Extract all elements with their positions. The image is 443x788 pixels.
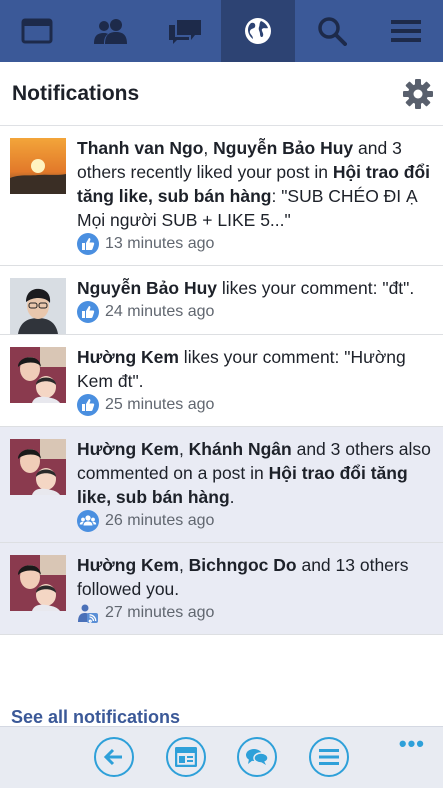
notification-time: 27 minutes ago	[105, 604, 215, 621]
like-icon	[77, 394, 99, 416]
page-header: Notifications	[0, 62, 443, 126]
notification-bold-text[interactable]: Thanh van Ngo	[77, 138, 203, 158]
avatar	[10, 347, 66, 403]
back-icon	[103, 748, 122, 766]
top-nav-bar	[0, 0, 443, 62]
more-options-button[interactable]: •••	[399, 731, 425, 757]
globe-icon	[245, 18, 272, 44]
menu-button[interactable]	[309, 737, 349, 777]
tab-friends[interactable]	[74, 0, 148, 62]
news-icon	[175, 747, 197, 767]
notification-item[interactable]: Nguyễn Bảo Huy likes your comment: "đt".…	[0, 266, 443, 335]
notification-time: 26 minutes ago	[105, 512, 215, 529]
notification-list: Thanh van Ngo, Nguyễn Bảo Huy and 3 othe…	[0, 126, 443, 635]
notification-plain-text: likes your comment: "đt".	[217, 278, 415, 298]
notification-plain-text: ,	[203, 138, 214, 158]
notification-plain-text: ,	[178, 555, 189, 575]
like-icon	[77, 301, 99, 323]
tab-notifications[interactable]	[221, 0, 296, 62]
app-bar: •••	[0, 726, 443, 788]
page-title: Notifications	[12, 81, 140, 105]
notification-bold-text[interactable]: Hường Kem	[77, 347, 179, 367]
menu-icon	[319, 749, 339, 765]
like-icon	[77, 233, 99, 255]
avatar	[10, 439, 66, 495]
notification-text: Thanh van Ngo, Nguyễn Bảo Huy and 3 othe…	[77, 136, 433, 232]
notification-text: Hường Kem likes your comment: "Hường Kem…	[77, 345, 433, 393]
notification-bold-text[interactable]: Nguyễn Bảo Huy	[77, 278, 217, 298]
notification-time: 24 minutes ago	[105, 303, 215, 320]
chat-button[interactable]	[237, 737, 277, 777]
group-icon	[77, 510, 99, 532]
notification-text: Hường Kem, Khánh Ngân and 3 others also …	[77, 437, 433, 509]
notification-bold-text[interactable]: Hường Kem	[77, 439, 179, 459]
tab-news-feed[interactable]	[0, 0, 74, 62]
chat-icon	[246, 749, 269, 765]
notification-bold-text[interactable]: Hường Kem	[77, 555, 179, 575]
gear-icon[interactable]	[403, 78, 433, 109]
notification-time: 13 minutes ago	[105, 235, 215, 252]
notification-item[interactable]: Hường Kem, Khánh Ngân and 3 others also …	[0, 427, 443, 543]
tab-menu[interactable]	[369, 0, 443, 62]
notification-plain-text: ,	[178, 439, 189, 459]
news-feed-button[interactable]	[166, 737, 206, 777]
notification-text: Nguyễn Bảo Huy likes your comment: "đt".	[77, 276, 433, 300]
avatar	[10, 138, 66, 194]
back-button[interactable]	[94, 737, 134, 777]
tab-messages[interactable]	[148, 0, 222, 62]
notification-bold-text[interactable]: Khánh Ngân	[189, 439, 292, 459]
avatar	[10, 555, 66, 611]
see-all-notifications-link[interactable]: See all notifications	[11, 707, 180, 728]
notification-item[interactable]: Hường Kem likes your comment: "Hường Kem…	[0, 335, 443, 427]
notification-item[interactable]: Hường Kem, Bichngoc Do and 13 others fol…	[0, 543, 443, 635]
friends-icon	[93, 19, 127, 44]
tab-search[interactable]	[295, 0, 369, 62]
messages-icon	[168, 20, 201, 44]
menu-icon	[391, 20, 422, 42]
news-feed-icon	[21, 18, 53, 44]
notification-item[interactable]: Thanh van Ngo, Nguyễn Bảo Huy and 3 othe…	[0, 126, 443, 266]
notification-bold-text[interactable]: Bichngoc Do	[189, 555, 297, 575]
notification-time: 25 minutes ago	[105, 396, 215, 413]
notification-bold-text[interactable]: Nguyễn Bảo Huy	[213, 138, 353, 158]
notification-text: Hường Kem, Bichngoc Do and 13 others fol…	[77, 553, 433, 601]
search-icon	[318, 17, 348, 46]
follow-icon	[78, 604, 98, 623]
notification-plain-text: .	[229, 487, 235, 507]
avatar	[10, 278, 66, 334]
